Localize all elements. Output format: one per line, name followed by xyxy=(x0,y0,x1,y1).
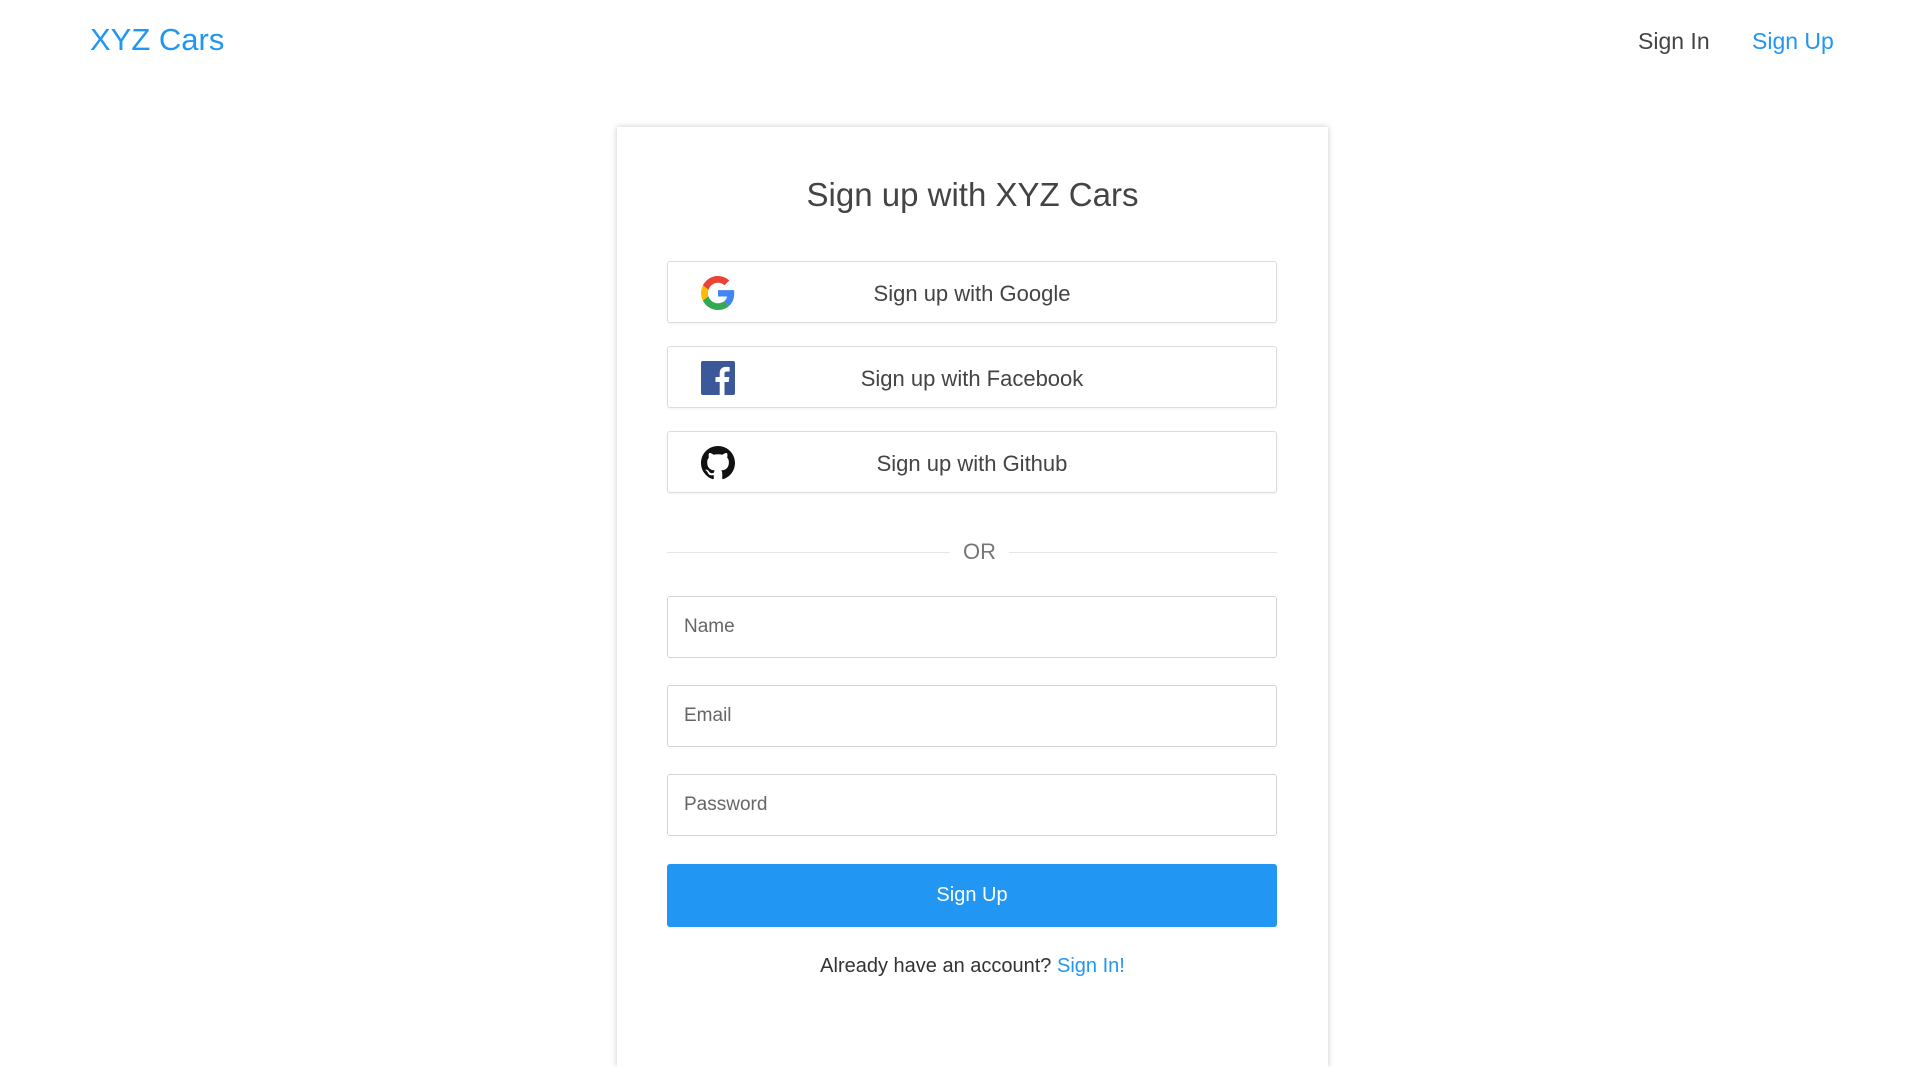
google-signup-button[interactable]: Sign up with Google xyxy=(667,261,1277,323)
nav-sign-in-link[interactable]: Sign In xyxy=(1638,28,1710,55)
nav-sign-up-link[interactable]: Sign Up xyxy=(1752,28,1834,55)
facebook-signup-button[interactable]: Sign up with Facebook xyxy=(667,346,1277,408)
brand-logo-link[interactable]: XYZ Cars xyxy=(90,22,224,58)
google-signup-label: Sign up with Google xyxy=(873,281,1071,306)
signin-prompt-text: Already have an account? xyxy=(820,955,1052,977)
card-title: Sign up with XYZ Cars xyxy=(806,176,1139,213)
email-input[interactable] xyxy=(667,685,1277,747)
divider-line-right xyxy=(1009,552,1277,553)
password-input[interactable] xyxy=(667,774,1277,836)
signup-card: Sign up with XYZ Cars Sign up with Googl… xyxy=(617,127,1328,1067)
signin-link[interactable]: Sign In! xyxy=(1057,955,1125,977)
sign-up-submit-button[interactable]: Sign Up xyxy=(667,864,1277,927)
name-input[interactable] xyxy=(667,596,1277,658)
github-signup-label: Sign up with Github xyxy=(876,451,1068,476)
divider-line-left xyxy=(667,552,950,553)
facebook-signup-label: Sign up with Facebook xyxy=(860,366,1084,391)
or-divider: OR xyxy=(963,539,996,564)
github-signup-button[interactable]: Sign up with Github xyxy=(667,431,1277,493)
top-navbar: XYZ Cars Sign In Sign Up xyxy=(0,0,1920,84)
signin-prompt: Already have an account? Sign In! xyxy=(617,955,1328,978)
